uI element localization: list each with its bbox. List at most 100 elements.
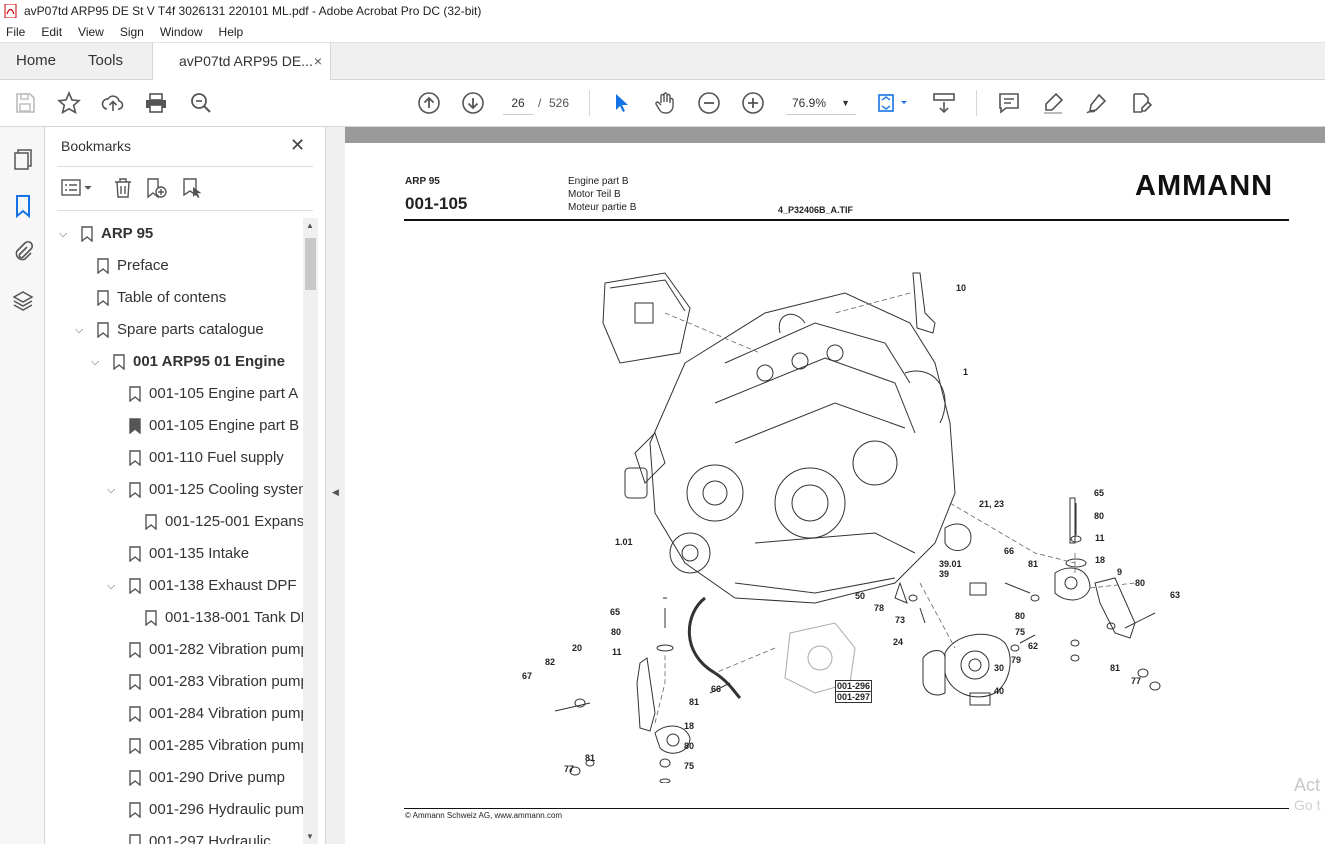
- scrollbar-thumb[interactable]: [305, 238, 316, 290]
- menu-bar: File Edit View Sign Window Help: [0, 22, 1325, 43]
- document-viewport[interactable]: ARP 95 001-105 Engine part B Motor Teil …: [345, 127, 1325, 844]
- menu-view[interactable]: View: [70, 25, 112, 39]
- tab-home[interactable]: Home: [16, 43, 56, 79]
- bookmarks-title: Bookmarks: [61, 138, 132, 154]
- new-bookmark-icon[interactable]: [145, 177, 167, 201]
- tab-bar: Home Tools avP07td ARP95 DE... ×: [0, 43, 1325, 80]
- callout-label: 75: [684, 761, 695, 771]
- zoom-level-select[interactable]: 76.9% ▼: [786, 91, 856, 115]
- bookmark-item[interactable]: 001-284 Vibration pump: [45, 698, 303, 730]
- bookmark-item[interactable]: 001-283 Vibration pump: [45, 666, 303, 698]
- menu-sign[interactable]: Sign: [112, 25, 152, 39]
- menu-window[interactable]: Window: [152, 25, 211, 39]
- callout-label: 50: [855, 591, 866, 601]
- page-number-input[interactable]: 26: [503, 91, 533, 115]
- bookmark-options-icon[interactable]: [61, 177, 95, 201]
- tab-tools[interactable]: Tools: [88, 43, 123, 79]
- pdf-page: ARP 95 001-105 Engine part B Motor Teil …: [345, 143, 1325, 844]
- page-down-icon[interactable]: [461, 91, 485, 115]
- bookmark-item[interactable]: 001-105 Engine part B: [45, 410, 303, 442]
- chevron-down-icon[interactable]: ⌵: [107, 570, 119, 602]
- chevron-down-icon[interactable]: ⌵: [91, 346, 103, 378]
- bookmark-item[interactable]: ⌵ 001-138 Exhaust DPF: [45, 570, 303, 602]
- bookmark-panel-icon[interactable]: [11, 194, 35, 219]
- highlight-icon[interactable]: [1041, 91, 1065, 115]
- bookmark-item[interactable]: Preface: [45, 250, 303, 282]
- tab-document-label: avP07td ARP95 DE...: [179, 53, 313, 69]
- bookmark-item[interactable]: 001-105 Engine part A: [45, 378, 303, 410]
- print-icon[interactable]: [144, 91, 168, 115]
- bookmark-item[interactable]: 001-138-001 Tank DEF: [45, 602, 303, 634]
- callout-label: 40: [994, 686, 1005, 696]
- bookmark-item[interactable]: 001-282 Vibration pump: [45, 634, 303, 666]
- bookmark-item[interactable]: 001-297 Hydraulic: [45, 826, 303, 844]
- callout-label: 63: [1170, 590, 1181, 600]
- save-icon[interactable]: [13, 91, 37, 115]
- callout-label: 66: [1004, 546, 1015, 556]
- bookmark-item[interactable]: Table of contens: [45, 282, 303, 314]
- bookmark-icon: [145, 610, 157, 626]
- bookmark-item[interactable]: ⌵ Spare parts catalogue: [45, 314, 303, 346]
- chevron-down-icon[interactable]: ⌵: [107, 474, 119, 506]
- hand-icon[interactable]: [653, 91, 677, 115]
- callout-label: 1: [963, 367, 969, 377]
- bookmark-item[interactable]: 001-296 Hydraulic pump: [45, 794, 303, 826]
- bookmark-item[interactable]: 001-285 Vibration pump: [45, 730, 303, 762]
- sign-icon[interactable]: [1085, 91, 1109, 115]
- bookmark-item[interactable]: ⌵ 001 ARP95 01 Engine: [45, 346, 303, 378]
- bookmark-label: 001-105 Engine part B: [149, 417, 300, 434]
- select-arrow-icon[interactable]: [609, 91, 633, 115]
- comment-icon[interactable]: [997, 91, 1021, 115]
- doc-section-code: 001-105: [405, 194, 468, 213]
- chevron-down-icon[interactable]: ⌵: [75, 314, 87, 346]
- star-icon[interactable]: [57, 90, 81, 115]
- bookmark-item[interactable]: 001-125-001 Expansion: [45, 506, 303, 538]
- bookmark-label: Spare parts catalogue: [117, 321, 264, 338]
- bookmark-icon: [129, 674, 141, 690]
- tab-close-icon[interactable]: ×: [314, 43, 322, 79]
- scroll-down-icon[interactable]: ▼: [306, 832, 314, 841]
- bookmark-label: ARP 95: [101, 225, 154, 242]
- edit-pdf-icon[interactable]: [1129, 91, 1153, 115]
- bookmark-item[interactable]: ⌵ ARP 95: [45, 218, 303, 250]
- delete-bookmark-icon[interactable]: [112, 177, 134, 201]
- zoom-out-icon[interactable]: [697, 91, 721, 115]
- bookmark-icon: [129, 578, 141, 594]
- scroll-mode-icon[interactable]: [932, 91, 956, 115]
- panel-splitter[interactable]: ◀: [325, 127, 345, 844]
- bookmark-from-selection-icon[interactable]: [181, 177, 203, 201]
- callout-label: 77: [564, 764, 575, 774]
- attachment-icon[interactable]: [11, 240, 35, 264]
- upload-icon[interactable]: [101, 91, 125, 115]
- bookmark-label: 001-105 Engine part A: [149, 385, 299, 402]
- doc-image-ref: 4_P32406B_A.TIF: [778, 205, 854, 215]
- bookmark-icon: [97, 258, 109, 274]
- tab-document[interactable]: avP07td ARP95 DE... ×: [152, 43, 331, 80]
- menu-file[interactable]: File: [0, 25, 33, 39]
- chevron-down-icon[interactable]: ⌵: [59, 218, 71, 250]
- page-thumbnails-icon[interactable]: [11, 147, 35, 171]
- bookmark-label: 001-290 Drive pump: [149, 769, 285, 786]
- zoom-search-icon[interactable]: [189, 91, 213, 115]
- callout-label: 39: [939, 569, 950, 579]
- callout-label: 65: [1094, 488, 1105, 498]
- callout-label: 80: [684, 741, 695, 751]
- ammann-logo: AMMANN: [1135, 170, 1274, 202]
- bookmark-item[interactable]: ⌵ 001-125 Cooling system: [45, 474, 303, 506]
- bookmark-label: 001-296 Hydraulic pump: [149, 801, 303, 818]
- menu-edit[interactable]: Edit: [33, 25, 70, 39]
- layers-icon[interactable]: [11, 289, 35, 313]
- bookmark-item[interactable]: 001-290 Drive pump: [45, 762, 303, 794]
- footer-rule: [404, 808, 1289, 809]
- close-icon[interactable]: ✕: [290, 135, 305, 156]
- collapse-panel-icon[interactable]: ◀: [332, 487, 339, 498]
- zoom-in-icon[interactable]: [741, 91, 765, 115]
- callout-label: 62: [1028, 641, 1039, 651]
- scroll-up-icon[interactable]: ▲: [306, 221, 314, 230]
- bookmark-item[interactable]: 001-110 Fuel supply: [45, 442, 303, 474]
- fit-page-icon[interactable]: [876, 91, 912, 115]
- page-up-icon[interactable]: [417, 91, 441, 115]
- bookmark-scrollbar[interactable]: ▲ ▼: [303, 218, 318, 844]
- bookmark-item[interactable]: 001-135 Intake: [45, 538, 303, 570]
- menu-help[interactable]: Help: [211, 25, 252, 39]
